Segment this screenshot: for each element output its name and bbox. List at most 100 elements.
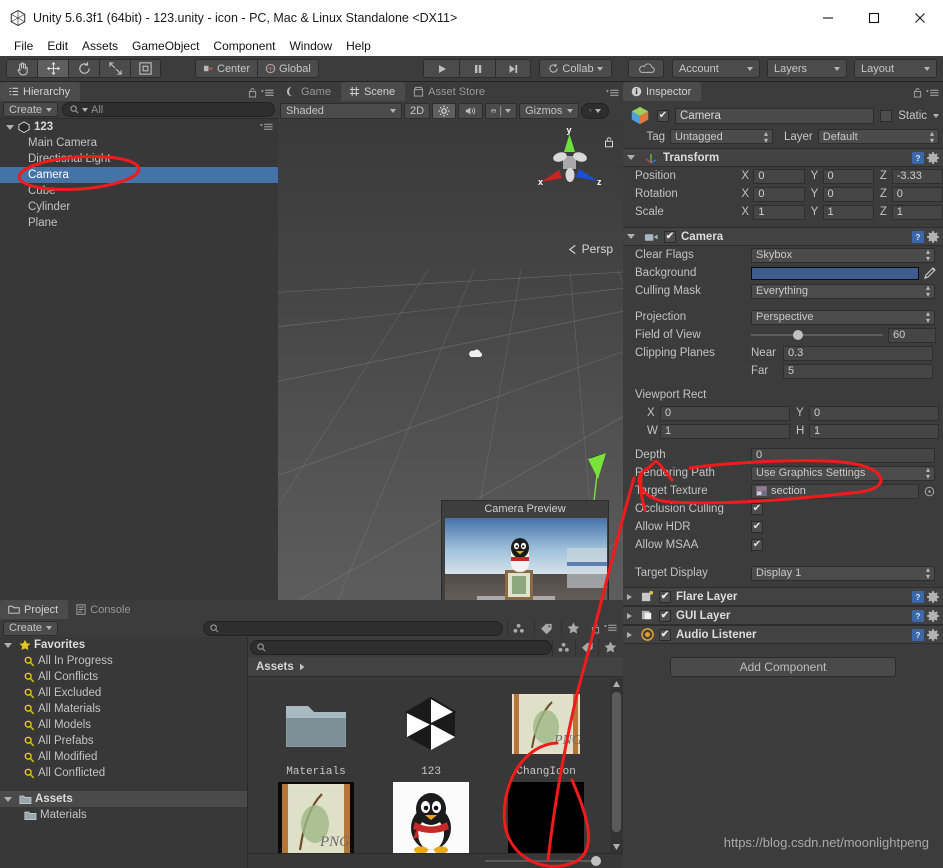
component-header-gui-layer[interactable]: GUI Layer ? [623,606,943,625]
fov-slider[interactable] [751,330,883,340]
hierarchy-item-cube[interactable]: Cube [0,183,278,199]
hand-tool-button[interactable] [6,59,37,78]
asset-item-123[interactable]: 123 [375,686,487,778]
allow-hdr-checkbox[interactable] [751,521,763,533]
target-display-dropdown[interactable]: Display 1 ▴ ▾ [751,565,935,581]
favorite-all-in-progress[interactable]: All In Progress [0,653,247,669]
hierarchy-search-input[interactable]: All [62,102,275,117]
scrollbar-thumb[interactable] [612,692,621,832]
expand-arrow-icon[interactable] [627,234,635,239]
zoom-slider-track[interactable] [485,860,595,862]
expand-arrow-icon[interactable] [627,612,632,619]
component-header-audio-listener[interactable]: Audio Listener ? [623,625,943,644]
fov-slider-knob[interactable] [793,330,803,340]
rotation-z-field[interactable]: 0 [891,186,943,202]
account-dropdown[interactable]: Account [672,59,760,78]
maximize-button[interactable] [851,0,897,36]
scroll-up-arrow-icon[interactable] [612,679,621,689]
scene-view-gizmo[interactable]: y x z [533,126,605,198]
minimize-button[interactable] [805,0,851,36]
rotate-tool-button[interactable] [68,59,99,78]
viewport-y-field[interactable]: 0 [809,405,939,421]
target-texture-field[interactable]: section [751,483,919,499]
culling-mask-dropdown[interactable]: Everything ▴ ▾ [751,283,935,299]
close-button[interactable] [897,0,943,36]
depth-field[interactable]: 0 [751,447,935,463]
favorite-all-excluded[interactable]: All Excluded [0,685,247,701]
lock-icon[interactable] [913,87,922,98]
save-search-button[interactable] [598,638,621,656]
rendering-path-dropdown[interactable]: Use Graphics Settings ▴ ▾ [751,465,935,481]
menu-gameobject[interactable]: GameObject [125,36,206,56]
tab-console[interactable]: Console [68,600,141,619]
panel-menu-icon[interactable] [926,88,939,98]
gear-icon[interactable] [927,628,939,641]
panel-menu-icon[interactable] [604,623,617,633]
position-y-field[interactable]: 0 [822,168,874,184]
viewport-w-field[interactable]: 1 [660,423,790,439]
save-search-button[interactable] [561,619,584,637]
fov-value-field[interactable]: 60 [888,327,936,343]
component-header-flare-layer[interactable]: Flare Layer ? [623,587,943,606]
camera-enabled-checkbox[interactable] [664,230,676,243]
panel-menu-icon[interactable] [260,122,273,132]
pause-button[interactable] [459,59,495,78]
background-color-swatch[interactable] [751,266,919,280]
assets-root[interactable]: Assets [0,791,247,807]
clear-flags-dropdown[interactable]: Skybox ▴ ▾ [751,247,935,263]
pivot-center-button[interactable]: Center [195,59,258,78]
favorite-all-materials[interactable]: All Materials [0,701,247,717]
expand-arrow-icon[interactable] [627,631,632,638]
panel-menu-icon[interactable] [261,88,274,98]
tab-project[interactable]: Project [0,600,69,619]
layers-dropdown[interactable]: Layers [767,59,847,78]
move-tool-button[interactable] [37,59,68,78]
hierarchy-item-cylinder[interactable]: Cylinder [0,199,278,215]
viewport-h-field[interactable]: 1 [809,423,939,439]
rect-tool-button[interactable] [130,59,161,78]
filter-by-type-button[interactable] [552,638,575,656]
audio-toggle-button[interactable] [458,102,484,119]
effects-dropdown[interactable]: | [485,102,518,119]
menu-edit[interactable]: Edit [40,36,75,56]
menu-file[interactable]: File [7,36,40,56]
allow-msaa-checkbox[interactable] [751,539,763,551]
static-checkbox[interactable] [880,109,893,122]
cloud-button[interactable] [628,59,664,78]
help-icon[interactable]: ? [912,230,924,243]
expand-arrow-icon[interactable] [6,124,14,130]
help-icon[interactable]: ? [912,609,924,622]
help-icon[interactable]: ? [912,628,924,641]
lock-icon[interactable] [248,87,257,98]
favorites-root[interactable]: Favorites [0,637,247,653]
scene-lock-icon[interactable] [604,136,614,148]
draw-mode-dropdown[interactable]: Shaded [280,102,402,119]
position-x-field[interactable]: 0 [753,168,805,184]
filter-by-label-button[interactable] [534,619,557,637]
tab-asset-store[interactable]: Asset Store [405,82,496,101]
tab-scene[interactable]: Scene [340,82,406,101]
gear-icon[interactable] [927,590,939,603]
assets-breadcrumb[interactable]: Assets [248,657,623,677]
tab-inspector[interactable]: Inspector [623,82,702,101]
expand-arrow-icon[interactable] [4,642,12,648]
hierarchy-item-camera[interactable]: Camera [0,167,278,183]
flare-layer-enabled-checkbox[interactable] [659,590,671,603]
layer-dropdown[interactable]: Default ▴ ▾ [817,129,939,144]
audio-listener-enabled-checkbox[interactable] [659,628,671,641]
add-component-button[interactable]: Add Component [670,657,896,677]
assets-vertical-scrollbar[interactable] [610,678,623,853]
object-picker-icon[interactable] [924,486,935,497]
scale-x-field[interactable]: 1 [753,204,805,220]
project-search-input[interactable] [203,620,503,636]
hierarchy-item-main-camera[interactable]: Main Camera [0,135,278,151]
favorite-all-prefabs[interactable]: All Prefabs [0,733,247,749]
hierarchy-item-directional-light[interactable]: Directional Light [0,151,278,167]
component-header-camera[interactable]: Camera ? [623,227,943,246]
project-create-button[interactable]: Create [3,620,59,636]
tag-dropdown[interactable]: Untagged ▴ ▾ [670,129,773,144]
favorite-all-conflicted[interactable]: All Conflicted [0,765,247,781]
gear-icon[interactable] [927,151,939,164]
help-icon[interactable]: ? [912,590,924,603]
component-header-transform[interactable]: Transform ? [623,148,943,167]
